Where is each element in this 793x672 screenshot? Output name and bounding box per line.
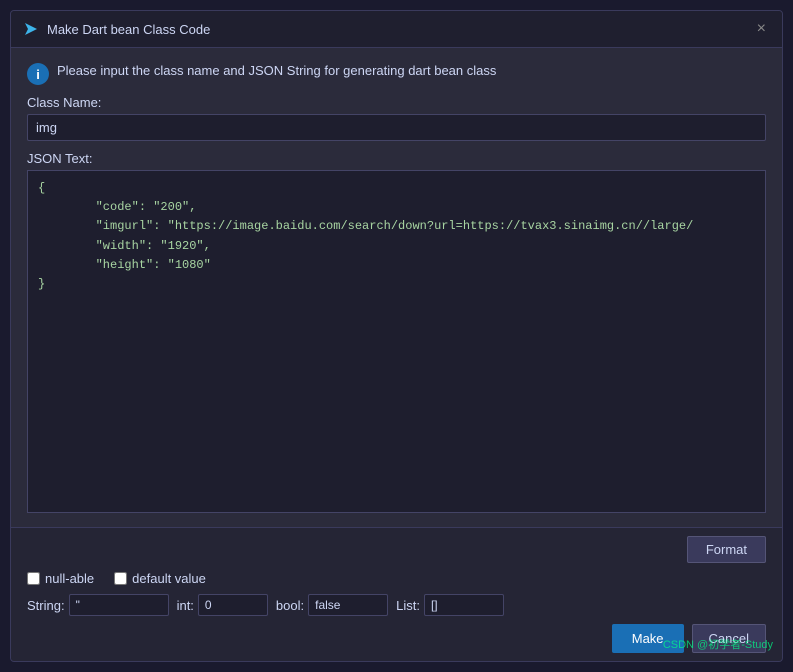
- info-text: Please input the class name and JSON Str…: [57, 62, 496, 80]
- main-dialog: Make Dart bean Class Code × i Please inp…: [10, 10, 783, 662]
- nullable-checkbox[interactable]: [27, 572, 40, 585]
- close-button[interactable]: ×: [753, 19, 770, 39]
- footer-options: null-able default value: [27, 571, 766, 586]
- list-input[interactable]: [424, 594, 504, 616]
- title-bar: Make Dart bean Class Code ×: [11, 11, 782, 48]
- string-input[interactable]: [69, 594, 169, 616]
- overlay: Make Dart bean Class Code × i Please inp…: [0, 0, 793, 672]
- string-label: String:: [27, 598, 65, 613]
- watermark: CSDN @初学者-Study: [663, 636, 773, 652]
- list-field-group: List:: [396, 594, 504, 616]
- footer-actions: Make Cancel: [27, 624, 766, 653]
- format-button[interactable]: Format: [687, 536, 766, 563]
- class-name-section: Class Name:: [27, 95, 766, 141]
- default-value-checkbox[interactable]: [114, 572, 127, 585]
- bool-field-group: bool:: [276, 594, 388, 616]
- int-input[interactable]: [198, 594, 268, 616]
- footer-format-row: Format: [27, 536, 766, 563]
- json-label: JSON Text:: [27, 151, 766, 166]
- json-section: JSON Text: { "code": "200", "imgurl": "h…: [27, 151, 766, 513]
- bool-input[interactable]: [308, 594, 388, 616]
- bool-label: bool:: [276, 598, 304, 613]
- nullable-checkbox-label[interactable]: null-able: [27, 571, 94, 586]
- info-icon: i: [27, 63, 49, 85]
- info-row: i Please input the class name and JSON S…: [27, 62, 766, 85]
- footer-defaults: String: int: bool: List:: [27, 594, 766, 616]
- nullable-label: null-able: [45, 571, 94, 586]
- string-field-group: String:: [27, 594, 169, 616]
- class-name-label: Class Name:: [27, 95, 766, 110]
- dart-icon: [23, 21, 39, 37]
- default-value-label: default value: [132, 571, 206, 586]
- dialog-body: i Please input the class name and JSON S…: [11, 48, 782, 527]
- int-field-group: int:: [177, 594, 268, 616]
- int-label: int:: [177, 598, 194, 613]
- title-bar-left: Make Dart bean Class Code: [23, 21, 210, 37]
- dialog-title: Make Dart bean Class Code: [47, 22, 210, 37]
- list-label: List:: [396, 598, 420, 613]
- json-textarea[interactable]: { "code": "200", "imgurl": "https://imag…: [27, 170, 766, 513]
- default-value-checkbox-label[interactable]: default value: [114, 571, 206, 586]
- class-name-input[interactable]: [27, 114, 766, 141]
